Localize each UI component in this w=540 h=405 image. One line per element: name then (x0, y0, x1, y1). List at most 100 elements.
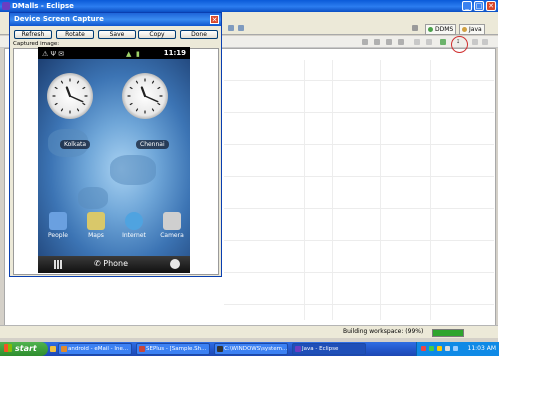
clock-tick (54, 102, 58, 106)
clock-tick (82, 86, 86, 90)
copy-button[interactable]: Copy (138, 30, 176, 39)
app-label: Internet (122, 232, 146, 239)
system-tray: 11:03 AM (416, 342, 499, 356)
status-bar: Building workspace: (99%) (0, 325, 498, 338)
eclipse-title-bar[interactable]: DMalls - Eclipse _ □ ✕ (0, 0, 498, 12)
analog-clock-widget[interactable] (122, 73, 168, 119)
notification-icons: ⚠ Ψ ✉ (42, 50, 65, 58)
app-drawer-icon[interactable] (54, 260, 63, 269)
progress-bar (432, 329, 464, 337)
hour-hand (140, 86, 147, 98)
toolbar-icon[interactable] (238, 25, 244, 31)
view-icon[interactable] (472, 39, 478, 45)
grid-line (224, 80, 494, 81)
status-text: Building workspace: (99%) (343, 328, 424, 335)
hour-hand (65, 86, 72, 98)
phone-dock-button[interactable]: ✆ Phone (94, 259, 128, 268)
view-icon[interactable] (414, 39, 420, 45)
taskbar-item-active[interactable]: Java - Eclipse (292, 343, 366, 355)
view-icon[interactable] (440, 39, 446, 45)
app-people[interactable]: People (44, 212, 72, 239)
minute-hand (144, 95, 159, 103)
taskbar-item[interactable]: SEPlus - [Sample.Sh... (136, 343, 210, 355)
clock-tick (54, 86, 58, 90)
taskbar-item[interactable]: C:\WINDOWS\system... (214, 343, 288, 355)
clock-tick (157, 86, 161, 90)
clock-tick (157, 102, 161, 106)
tray-icon[interactable] (445, 346, 450, 351)
wallpaper-land (78, 187, 108, 209)
clock-face-icon (127, 78, 163, 114)
done-button[interactable]: Done (180, 30, 218, 39)
open-perspective-icon[interactable] (412, 25, 418, 31)
maximize-icon[interactable]: □ (474, 1, 484, 11)
view-icon[interactable] (426, 39, 432, 45)
browser-icon[interactable] (170, 259, 180, 269)
app-maps[interactable]: Maps (82, 212, 110, 239)
app-label: People (48, 232, 68, 239)
phone-status-bar: ⚠ Ψ ✉ ▲ ▮ 11:19 (38, 47, 190, 59)
eclipse-app-icon (2, 2, 10, 10)
clock-city-label: Kolkata (60, 140, 91, 149)
clock-tick (151, 80, 155, 84)
grid-line (430, 60, 431, 320)
phone-label: Phone (103, 259, 129, 268)
perspective-java[interactable]: Java (459, 24, 485, 35)
app-icon (139, 346, 145, 352)
screen-capture-icon[interactable]: ↧ (456, 39, 460, 45)
grid-line (332, 60, 333, 320)
tray-icon[interactable] (429, 346, 434, 351)
refresh-button[interactable]: Refresh (14, 30, 52, 39)
grid-line (224, 144, 494, 145)
close-icon[interactable]: ✕ (486, 1, 496, 11)
firefox-icon (61, 346, 67, 352)
minimize-icon[interactable]: _ (462, 1, 472, 11)
clock-tick (135, 108, 139, 112)
rotate-button[interactable]: Rotate (56, 30, 94, 39)
view-icon[interactable] (398, 39, 404, 45)
dialog-title-bar[interactable]: Device Screen Capture ✕ (10, 13, 221, 26)
analog-clock-widget[interactable] (47, 73, 93, 119)
grid-line (380, 60, 381, 320)
view-icon[interactable] (374, 39, 380, 45)
app-internet[interactable]: Internet (120, 212, 148, 239)
signal-icon: ▲ (126, 50, 132, 58)
grid-line (224, 176, 494, 177)
clock-city-label: Chennai (136, 140, 169, 149)
grid-line (224, 272, 494, 273)
clock-tick (82, 102, 86, 106)
clock-tick (151, 108, 155, 112)
phone-time: 11:19 (163, 49, 186, 57)
app-camera[interactable]: Camera (158, 212, 186, 239)
battery-icon: ▮ (136, 50, 140, 58)
app-label: Maps (88, 232, 104, 239)
clock-tick (135, 80, 139, 84)
taskbar-item[interactable]: android - eMail - Ine... (58, 343, 132, 355)
java-icon (462, 27, 467, 32)
windows-flag-icon (4, 344, 12, 352)
dialog-close-icon[interactable]: ✕ (210, 15, 219, 24)
toolbar-icon[interactable] (228, 25, 234, 31)
view-icon[interactable] (482, 39, 488, 45)
perspective-ddms[interactable]: DDMS (425, 24, 457, 35)
clock-tick (76, 108, 80, 112)
clock-tick (60, 108, 64, 112)
phone-dock: ✆ Phone (38, 256, 190, 273)
view-icon[interactable] (386, 39, 392, 45)
clock-tick (129, 102, 133, 106)
grid-line (224, 304, 494, 305)
grid-line (224, 112, 494, 113)
tray-icon[interactable] (437, 346, 442, 351)
eclipse-icon (295, 346, 301, 352)
eclipse-title: DMalls - Eclipse (12, 2, 74, 10)
tray-icon[interactable] (453, 346, 458, 351)
minute-hand (69, 95, 84, 103)
quicklaunch-icon[interactable] (50, 346, 56, 352)
save-button[interactable]: Save (98, 30, 136, 39)
grid-line (224, 208, 494, 209)
view-icon[interactable] (362, 39, 368, 45)
tray-clock: 11:03 AM (467, 345, 496, 352)
start-button[interactable]: start (0, 342, 48, 356)
app-label: Camera (160, 232, 184, 239)
tray-icon[interactable] (421, 346, 426, 351)
